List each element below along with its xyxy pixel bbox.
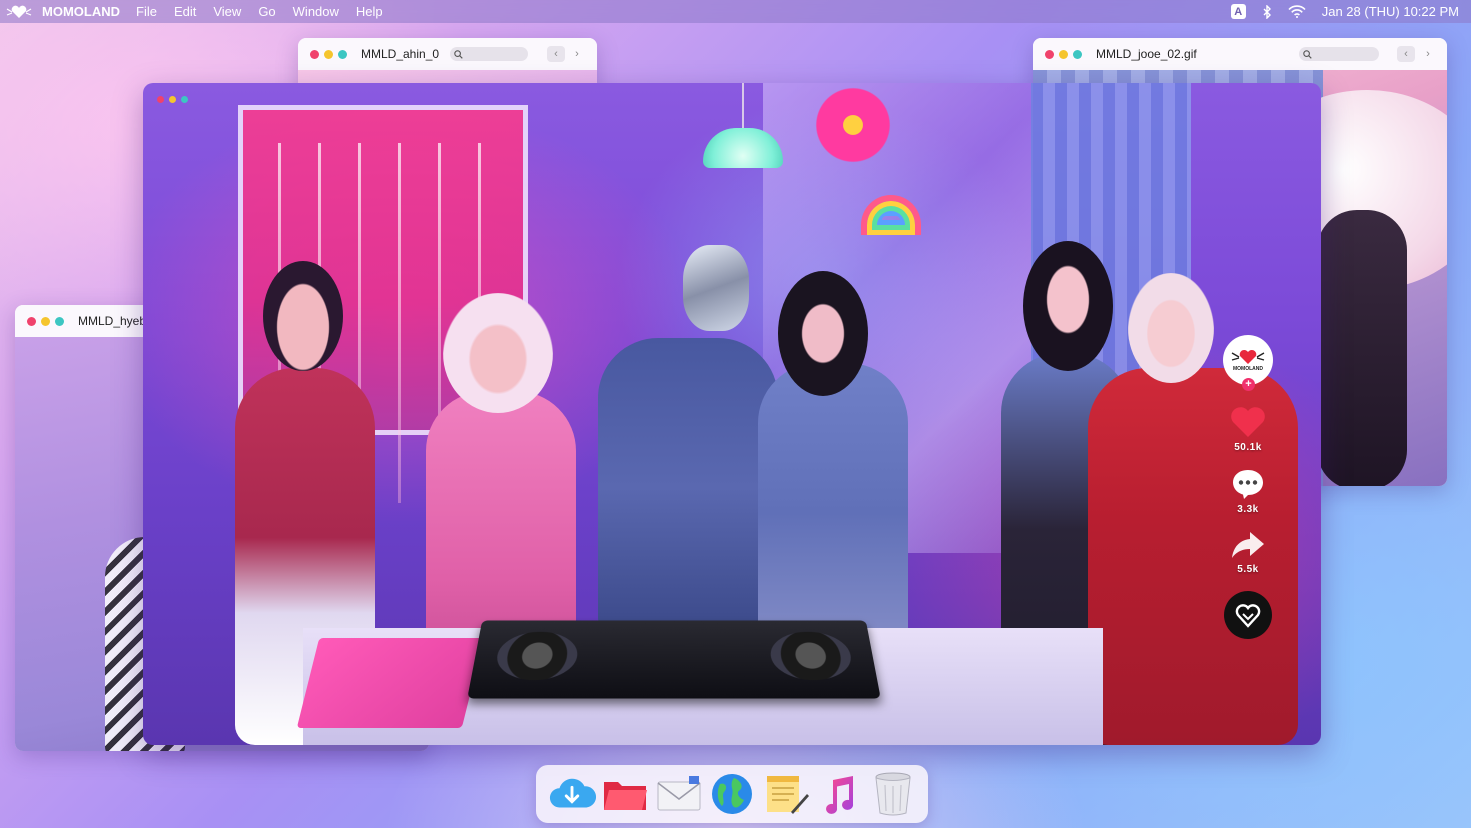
traffic-lights (27, 316, 64, 326)
pink-laptop (296, 638, 485, 728)
window-titlebar[interactable]: MMLD_ahin_0 ‹ › (298, 38, 597, 70)
dj-controller (467, 620, 881, 699)
window-title: MMLD_ahin_0 (361, 47, 440, 61)
search-input[interactable] (1299, 47, 1379, 61)
window-title: MMLD_hyebi (78, 314, 149, 328)
zoom-button[interactable] (338, 49, 347, 59)
bluetooth-icon[interactable] (1262, 4, 1272, 19)
dock-item-trash[interactable] (869, 770, 917, 818)
lamp-cord (742, 83, 744, 131)
heart-icon (1231, 407, 1265, 437)
like-button[interactable]: 50.1k (1229, 405, 1267, 453)
music-icon (826, 776, 854, 814)
search-icon (454, 49, 463, 59)
share-arrow-icon (1232, 532, 1264, 558)
share-count: 5.5k (1237, 564, 1259, 575)
video-frame (143, 83, 1321, 745)
member-2-head (443, 293, 553, 413)
menu-go[interactable]: Go (258, 4, 275, 19)
menu-edit[interactable]: Edit (174, 4, 196, 19)
comment-count: 3.3k (1237, 504, 1259, 515)
comment-icon (1233, 470, 1263, 499)
zoom-button[interactable] (55, 316, 64, 326)
menu-window[interactable]: Window (293, 4, 339, 19)
menubar-clock[interactable]: Jan 28 (THU) 10:22 PM (1322, 4, 1459, 19)
close-button[interactable] (157, 96, 164, 103)
minimize-button[interactable] (1059, 49, 1068, 59)
traffic-lights (157, 96, 188, 103)
member-3 (758, 363, 908, 663)
member-1-head (263, 261, 343, 371)
hair (1317, 210, 1407, 486)
search-input[interactable] (450, 47, 528, 61)
search-icon (1303, 49, 1312, 59)
close-button[interactable] (1045, 49, 1054, 59)
masked-dj (598, 338, 778, 638)
sound-disc-button[interactable] (1224, 591, 1272, 639)
dock (536, 765, 928, 823)
input-source-badge[interactable]: A (1230, 4, 1246, 19)
dock-item-notes[interactable] (762, 770, 810, 818)
minimize-button[interactable] (41, 316, 50, 326)
bead-strand (398, 143, 401, 503)
forward-button[interactable]: › (568, 46, 586, 62)
window-titlebar[interactable]: MMLD_jooe_02.gif ‹ › (1033, 38, 1447, 70)
menu-bar: MOMOLAND File Edit View Go Window Help A… (0, 0, 1471, 23)
minimize-button[interactable] (169, 96, 176, 103)
avatar-label: MOMOLAND (1233, 366, 1263, 372)
channel-avatar[interactable]: MOMOLAND + (1223, 335, 1273, 391)
dock-item-downloads[interactable] (548, 770, 596, 818)
traffic-lights (1045, 49, 1082, 59)
app-name[interactable]: MOMOLAND (42, 4, 120, 19)
member-4-head (1023, 241, 1113, 371)
follow-plus-icon[interactable]: + (1242, 378, 1255, 391)
window-title: MMLD_jooe_02.gif (1096, 47, 1197, 61)
dock-item-music[interactable] (815, 770, 863, 818)
dock-item-folder[interactable] (601, 770, 649, 818)
zoom-button[interactable] (1073, 49, 1082, 59)
chevron-right-icon: › (575, 48, 579, 60)
mail-icon (657, 776, 700, 811)
dock-item-browser[interactable] (708, 770, 756, 818)
dock-item-mail[interactable] (655, 770, 703, 818)
momoland-heart-logo-icon[interactable] (6, 4, 32, 20)
like-count: 50.1k (1234, 442, 1262, 453)
wifi-icon[interactable] (1288, 5, 1306, 18)
momoland-heart-logo-icon (1231, 349, 1265, 364)
notes-icon (766, 776, 809, 814)
traffic-lights (310, 49, 347, 59)
momoland-heart-logo-icon (1235, 604, 1261, 628)
comment-button[interactable]: 3.3k (1230, 467, 1266, 515)
trash-icon (874, 772, 911, 816)
menu-help[interactable]: Help (356, 4, 383, 19)
close-button[interactable] (310, 49, 319, 59)
main-video-window[interactable]: MOMOLAND + 50.1k 3.3k 5.5k (143, 83, 1321, 745)
menu-view[interactable]: View (213, 4, 241, 19)
globe-icon (712, 774, 752, 814)
flower-balloon (808, 85, 898, 165)
back-button[interactable]: ‹ (547, 46, 565, 62)
chevron-right-icon: › (1426, 48, 1430, 60)
close-button[interactable] (27, 316, 36, 326)
minimize-button[interactable] (324, 49, 333, 59)
member-3-head (778, 271, 868, 396)
chevron-left-icon: ‹ (554, 48, 558, 60)
folder-icon (604, 782, 647, 810)
cloud-download-icon (549, 778, 596, 808)
zoom-button[interactable] (181, 96, 188, 103)
menu-file[interactable]: File (136, 4, 157, 19)
member-5-head (1128, 273, 1214, 383)
chevron-left-icon: ‹ (1404, 48, 1408, 60)
back-button[interactable]: ‹ (1397, 46, 1415, 62)
video-action-bar: MOMOLAND + 50.1k 3.3k 5.5k (1221, 335, 1275, 639)
share-button[interactable]: 5.5k (1230, 529, 1266, 575)
forward-button[interactable]: › (1419, 46, 1437, 62)
chrome-mask (683, 245, 749, 331)
